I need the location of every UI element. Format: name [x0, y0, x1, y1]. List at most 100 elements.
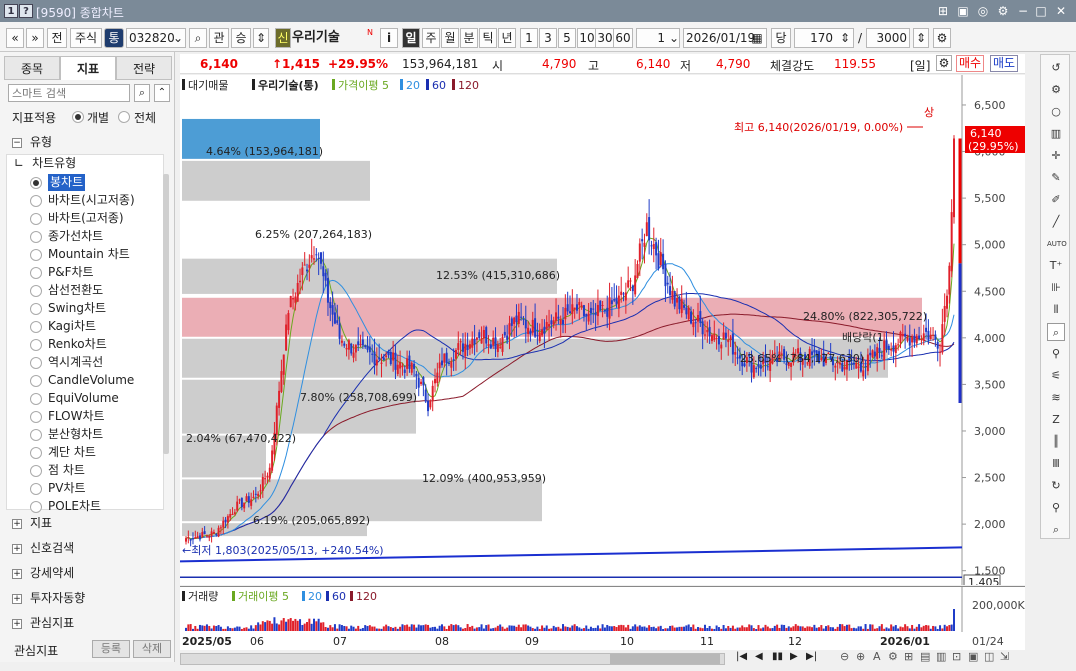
chart-type-item[interactable]: 점 차트 — [48, 462, 85, 479]
chart-type-item[interactable]: 봉차트 — [48, 174, 86, 191]
chart-type-radio[interactable] — [30, 465, 42, 477]
gear-icon[interactable]: ⚙ — [1047, 81, 1065, 99]
integrated-button[interactable]: 통 — [104, 28, 124, 48]
smart-search-input[interactable] — [8, 84, 130, 102]
bar-chart-icon[interactable]: ▥ — [1047, 125, 1065, 143]
search-icon[interactable]: ⌕ — [134, 84, 150, 102]
split-icon[interactable]: ◫ — [984, 650, 994, 663]
chart-type-radio[interactable] — [30, 249, 42, 261]
next-stock-button[interactable]: » — [26, 28, 44, 48]
radio-individual[interactable] — [72, 111, 84, 123]
tile-icon[interactable]: ⊡ — [952, 650, 961, 663]
interval-5[interactable]: 5 — [558, 28, 576, 48]
auto-line-icon[interactable]: AUTO — [1047, 235, 1067, 253]
interval-10[interactable]: 10 — [577, 28, 597, 48]
price-chart[interactable]: 4.64% (153,964,181) 6.25% (207,264,183) 12… — [179, 75, 1025, 590]
info-button[interactable]: i — [380, 28, 398, 48]
period-day-tab[interactable]: 일 — [402, 28, 420, 48]
window-icon[interactable]: ▣ — [968, 650, 978, 663]
chart-type-item[interactable]: Mountain 차트 — [48, 246, 130, 263]
chart-type-group[interactable]: ∟ 차트유형 — [14, 154, 76, 171]
tab-strategy[interactable]: 전략 — [116, 56, 172, 80]
list-scrollbar[interactable] — [163, 174, 169, 454]
save-icon[interactable]: ▣ — [955, 3, 971, 19]
chart-type-radio[interactable] — [30, 195, 42, 207]
chart-type-radio[interactable] — [30, 339, 42, 351]
chart-type-item[interactable]: FLOW차트 — [48, 408, 105, 425]
settings-icon[interactable]: ⚙ — [995, 3, 1011, 19]
magnify-icon[interactable]: ⚲ — [1047, 499, 1065, 517]
register-button[interactable]: 등록 — [92, 640, 130, 658]
pen-icon[interactable]: ✎ — [1047, 169, 1065, 187]
close-icon[interactable]: ✕ — [1053, 3, 1069, 19]
text-icon[interactable]: A — [873, 650, 881, 663]
interval-3[interactable]: 3 — [539, 28, 557, 48]
scrollbar-thumb[interactable] — [610, 654, 720, 664]
fibonacci-icon[interactable]: ⚟ — [1047, 367, 1065, 385]
period-minute-tab[interactable]: 분 — [460, 28, 478, 48]
prev-stock-button[interactable]: « — [6, 28, 24, 48]
section-investor[interactable]: + 투자자동향 — [12, 588, 85, 608]
chart-type-radio[interactable] — [30, 213, 42, 225]
chart-type-item[interactable]: 삼선전환도 — [48, 282, 103, 299]
pencil-icon[interactable]: ✐ — [1047, 191, 1065, 209]
section-watch-indicator[interactable]: + 관심지표 — [12, 613, 74, 633]
chart-type-radio[interactable] — [30, 357, 42, 369]
chart-type-item[interactable]: Swing차트 — [48, 300, 106, 317]
period-year-tab[interactable]: 년 — [498, 28, 516, 48]
zigzag-icon[interactable]: Z — [1047, 411, 1065, 429]
search-icon[interactable]: ⌕ — [189, 28, 207, 48]
rotate-icon[interactable]: ↻ — [1047, 477, 1065, 495]
chart-type-radio[interactable] — [30, 483, 42, 495]
export-icon[interactable]: ⇲ — [1000, 650, 1009, 663]
chart-type-radio[interactable] — [30, 177, 42, 189]
chart-type-item[interactable]: PV차트 — [48, 480, 86, 497]
buy-button[interactable]: 매수 — [956, 55, 985, 72]
tab-indicator[interactable]: 지표 — [60, 56, 116, 80]
section-indicator[interactable]: + 지표 — [12, 513, 52, 533]
interval-1[interactable]: 1 — [520, 28, 538, 48]
camera-icon[interactable]: ◎ — [975, 3, 991, 19]
chart-type-radio[interactable] — [30, 285, 42, 297]
vertical-lines-icon[interactable]: Ⅲ — [1047, 455, 1065, 473]
line-icon[interactable]: ╱ — [1047, 213, 1065, 231]
magnet-icon[interactable]: ⚲ — [1047, 345, 1065, 363]
section-strength[interactable]: + 강세약세 — [12, 563, 74, 583]
up-down-icon[interactable]: ⇕ — [253, 28, 269, 48]
candle-pair-icon[interactable]: ⫴ — [1047, 301, 1065, 319]
first-button[interactable]: |◀ — [736, 651, 747, 662]
chart-type-item[interactable]: 역시계곡선 — [48, 354, 103, 371]
text-tool-icon[interactable]: T⁺ — [1047, 257, 1065, 275]
candle-icon[interactable]: ⊪ — [1047, 279, 1065, 297]
refresh-icon[interactable]: ⚙ — [888, 650, 898, 663]
chart-type-radio[interactable] — [30, 375, 42, 387]
grid-icon[interactable]: ⊞ — [904, 650, 913, 663]
chart-type-item[interactable]: 종가선차트 — [48, 228, 103, 245]
print-icon[interactable]: ▥ — [936, 650, 946, 663]
all-button[interactable]: 전 — [47, 28, 67, 48]
interval-60[interactable]: 60 — [613, 28, 633, 48]
zoom-icon[interactable]: ⌕ — [1047, 323, 1065, 341]
minimize-icon[interactable]: − — [1015, 3, 1031, 19]
chart-type-radio[interactable] — [30, 231, 42, 243]
chevron-down-icon[interactable]: ⌄ — [668, 28, 680, 48]
gann-icon[interactable]: ≋ — [1047, 389, 1065, 407]
chart-type-radio[interactable] — [30, 447, 42, 459]
chart-type-radio[interactable] — [30, 303, 42, 315]
chart-type-radio[interactable] — [30, 267, 42, 279]
watch-button[interactable]: 관 — [209, 28, 229, 48]
search-icon[interactable]: ⌕ — [1047, 521, 1065, 539]
prev-button[interactable]: ◀ — [755, 651, 763, 662]
chart-type-item[interactable]: Kagi차트 — [48, 318, 96, 335]
chart-type-radio[interactable] — [30, 501, 42, 513]
collapse-icon[interactable]: ⌃ — [154, 84, 170, 102]
chart-type-item[interactable]: EquiVolume — [48, 390, 119, 407]
interval-30[interactable]: 30 — [595, 28, 615, 48]
chart-type-item[interactable]: Renko차트 — [48, 336, 107, 353]
play-button[interactable]: ▶ — [790, 651, 798, 662]
maximize-icon[interactable]: □ — [1033, 3, 1049, 19]
chevron-down-icon[interactable]: ⌄ — [172, 28, 184, 48]
period-month-tab[interactable]: 월 — [441, 28, 459, 48]
pause-button[interactable]: ▮▮ — [772, 651, 783, 662]
chart-type-item[interactable]: 계단 차트 — [48, 444, 96, 461]
